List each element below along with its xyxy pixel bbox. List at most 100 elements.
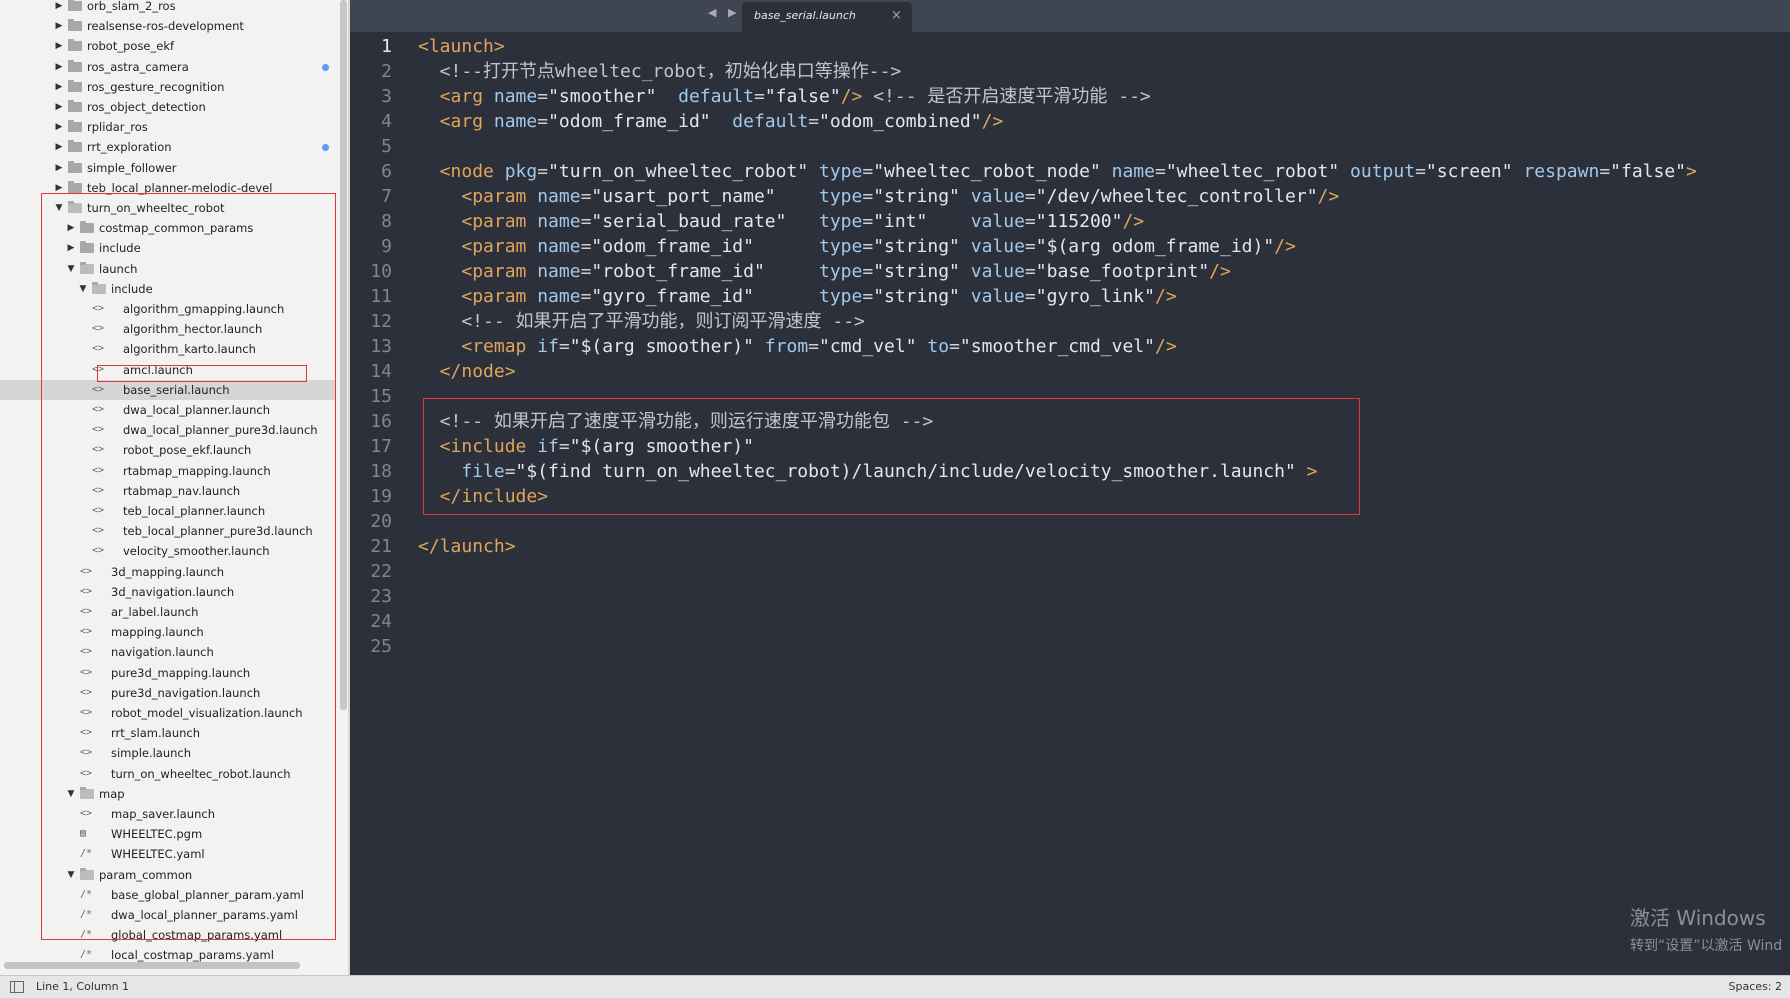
code-token: type	[808, 161, 863, 182]
code-line[interactable]: <node pkg="turn_on_wheeltec_robot" type=…	[418, 159, 1697, 184]
sidebar-file[interactable]: <> algorithm_gmapping.launch	[0, 299, 335, 319]
line-number: 11	[370, 286, 392, 307]
disclosure-closed-icon[interactable]: ▶	[54, 97, 64, 117]
code-token: <	[418, 36, 429, 57]
code-token: name	[526, 211, 581, 232]
sidebar-horizontal-scrollbar[interactable]	[4, 962, 300, 969]
disclosure-closed-icon[interactable]: ▶	[54, 158, 64, 178]
disclosure-closed-icon[interactable]: ▶	[54, 77, 64, 97]
sidebar-file[interactable]: <> rtabmap_nav.launch	[0, 481, 335, 501]
sidebar-folder[interactable]: ▶ ros_object_detection	[0, 97, 335, 117]
code-line[interactable]: <param name="gyro_frame_id" type="string…	[418, 284, 1176, 309]
disclosure-open-icon[interactable]: ▼	[54, 198, 64, 218]
sidebar-file[interactable]: <> dwa_local_planner_pure3d.launch	[0, 420, 335, 440]
disclosure-closed-icon[interactable]: ▶	[54, 137, 64, 157]
close-icon[interactable]: ×	[891, 8, 902, 23]
code-editor[interactable]: 1 2 3 4 5 6 7 8 9 10 11 12 13 14 15 16 17 18 19 20 21 22 23 24 2…	[350, 32, 1790, 975]
sidebar-file[interactable]: <> amcl.launch	[0, 360, 335, 380]
disclosure-open-icon[interactable]: ▼	[66, 259, 76, 279]
code-line[interactable]: <param name="odom_frame_id" type="string…	[418, 234, 1296, 259]
disclosure-closed-icon[interactable]: ▶	[54, 16, 64, 36]
sidebar-file[interactable]: <> ar_label.launch	[0, 602, 335, 622]
sidebar-file[interactable]: <> algorithm_hector.launch	[0, 319, 335, 339]
code-line[interactable]: <param name="usart_port_name" type="stri…	[418, 184, 1339, 209]
disclosure-closed-icon[interactable]: ▶	[54, 36, 64, 56]
code-line[interactable]: <remap if="$(arg smoother)" from="cmd_ve…	[418, 334, 1176, 359]
disclosure-closed-icon[interactable]: ▶	[54, 178, 64, 198]
disclosure-closed-icon[interactable]: ▶	[66, 218, 76, 238]
sidebar-file[interactable]: <> pure3d_mapping.launch	[0, 663, 335, 683]
code-token: "gyro_frame_id"	[591, 286, 754, 307]
code-line[interactable]: <param name="serial_baud_rate" type="int…	[418, 209, 1144, 234]
disclosure-closed-icon[interactable]: ▶	[54, 57, 64, 77]
xml-file-icon: <>	[80, 646, 93, 658]
line-number: 6	[381, 161, 392, 182]
disclosure-open-icon[interactable]: ▼	[66, 865, 76, 885]
code-token: =	[580, 286, 592, 307]
sidebar-folder[interactable]: ▶ simple_follower	[0, 158, 335, 178]
disclosure-closed-icon[interactable]: ▶	[54, 117, 64, 137]
sidebar-folder[interactable]: ▶ include	[0, 238, 335, 258]
code-line[interactable]: <launch>	[418, 34, 505, 59]
sidebar-file[interactable]: <> simple.launch	[0, 743, 335, 763]
sidebar-file[interactable]: <> pure3d_navigation.launch	[0, 683, 335, 703]
sidebar-folder[interactable]: ▶ costmap_common_params	[0, 218, 335, 238]
code-line[interactable]: </node>	[418, 359, 516, 384]
sidebar-file[interactable]: <> robot_pose_ekf.launch	[0, 440, 335, 460]
cursor-position[interactable]: Line 1, Column 1	[36, 980, 129, 993]
sidebar-folder[interactable]: ▶ orb_slam_2_ros	[0, 0, 335, 16]
sidebar-file[interactable]: <> teb_local_planner.launch	[0, 501, 335, 521]
code-line[interactable]: <arg name="smoother" default="false"/> <…	[418, 84, 1151, 109]
disclosure-closed-icon[interactable]: ▶	[54, 0, 64, 16]
sidebar-file[interactable]: <> rtabmap_mapping.launch	[0, 461, 335, 481]
sidebar-file[interactable]: /* WHEELTEC.yaml	[0, 844, 335, 864]
sidebar-folder[interactable]: ▼ param_common	[0, 865, 335, 885]
indentation-setting[interactable]: Spaces: 2	[1729, 980, 1782, 993]
code-line[interactable]: <arg name="odom_frame_id" default="odom_…	[418, 109, 1004, 134]
sidebar-file[interactable]: <> dwa_local_planner.launch	[0, 400, 335, 420]
sidebar-file[interactable]: <> mapping.launch	[0, 622, 335, 642]
sidebar-folder[interactable]: ▼ turn_on_wheeltec_robot	[0, 198, 335, 218]
code-line[interactable]: <!-- 如果开启了平滑功能，则订阅平滑速度 -->	[418, 309, 865, 334]
sidebar-file[interactable]: <> algorithm_karto.launch	[0, 339, 335, 359]
sidebar-file[interactable]: /* global_costmap_params.yaml	[0, 925, 335, 945]
sidebar-file[interactable]: <> teb_local_planner_pure3d.launch	[0, 521, 335, 541]
sidebar-folder[interactable]: ▶ rplidar_ros	[0, 117, 335, 137]
sidebar-file[interactable]: <> base_serial.launch	[0, 379, 335, 400]
code-token: =	[537, 161, 549, 182]
sidebar-file[interactable]: <> map_saver.launch	[0, 804, 335, 824]
code-line[interactable]: <!--打开节点wheeltec_robot，初始化串口等操作-->	[418, 59, 902, 84]
sidebar-file[interactable]: <> velocity_smoother.launch	[0, 541, 335, 561]
sidebar-file[interactable]: <> robot_model_visualization.launch	[0, 703, 335, 723]
tab-base-serial-launch[interactable]: base_serial.launch ×	[742, 2, 912, 32]
code-line[interactable]: </launch>	[418, 534, 516, 559]
sidebar-file[interactable]: <> navigation.launch	[0, 642, 335, 662]
xml-file-icon: <>	[80, 686, 93, 698]
sidebar-folder[interactable]: ▶ rrt_exploration	[0, 137, 335, 157]
tab-nav-arrows-icon[interactable]: ◀ ▶	[708, 6, 740, 19]
sidebar-file[interactable]: <> 3d_navigation.launch	[0, 582, 335, 602]
sidebar-item-label: rplidar_ros	[87, 120, 148, 135]
sidebar-file[interactable]: <> turn_on_wheeltec_robot.launch	[0, 764, 335, 784]
sidebar-file[interactable]: <> rrt_slam.launch	[0, 723, 335, 743]
code-token: "115200"	[1035, 211, 1123, 232]
sidebar-folder[interactable]: ▶ robot_pose_ekf	[0, 36, 335, 56]
sidebar-folder[interactable]: ▶ realsense-ros-development	[0, 16, 335, 36]
sidebar-folder[interactable]: ▼ map	[0, 784, 335, 804]
sidebar-file[interactable]: /* base_global_planner_param.yaml	[0, 885, 335, 905]
sidebar-folder[interactable]: ▶ ros_astra_camera	[0, 57, 335, 77]
sidebar-folder[interactable]: ▶ ros_gesture_recognition	[0, 77, 335, 97]
code-token: =	[580, 186, 592, 207]
sidebar-vertical-scrollbar[interactable]	[340, 0, 347, 710]
sidebar-folder[interactable]: ▼ include	[0, 279, 335, 299]
disclosure-closed-icon[interactable]: ▶	[66, 238, 76, 258]
sidebar-file[interactable]: ▤ WHEELTEC.pgm	[0, 824, 335, 844]
sidebar-toggle-icon[interactable]	[10, 981, 24, 993]
sidebar-folder[interactable]: ▼ launch	[0, 259, 335, 279]
sidebar-file[interactable]: <> 3d_mapping.launch	[0, 562, 335, 582]
disclosure-open-icon[interactable]: ▼	[78, 279, 88, 299]
code-line[interactable]: <param name="robot_frame_id" type="strin…	[418, 259, 1231, 284]
sidebar-file[interactable]: /* dwa_local_planner_params.yaml	[0, 905, 335, 925]
sidebar-folder[interactable]: ▶ teb_local_planner-melodic-devel	[0, 178, 335, 198]
disclosure-open-icon[interactable]: ▼	[66, 784, 76, 804]
